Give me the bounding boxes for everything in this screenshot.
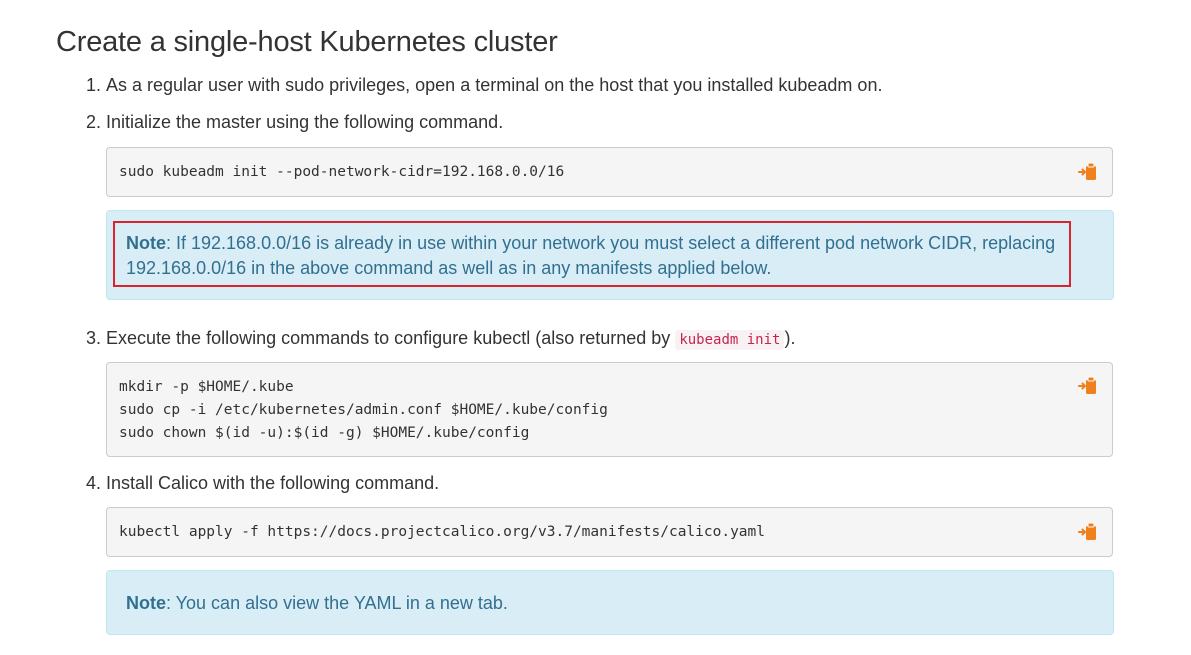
page-title: Create a single-host Kubernetes cluster bbox=[56, 26, 558, 58]
step-3: 3. Execute the following commands to conf… bbox=[86, 327, 795, 351]
step-number: 1. bbox=[86, 75, 102, 95]
step-4: 4. Install Calico with the following comm… bbox=[86, 472, 439, 494]
step-number: 2. bbox=[86, 112, 102, 132]
code-block-init: sudo kubeadm init --pod-network-cidr=192… bbox=[106, 147, 1113, 197]
code-line: kubectl apply -f https://docs.projectcal… bbox=[119, 524, 766, 540]
step-text: Execute the following commands to config… bbox=[106, 328, 676, 348]
step-text-end: ). bbox=[784, 328, 796, 348]
code-line: sudo chown $(id -u):$(id -g) $HOME/.kube… bbox=[119, 425, 530, 441]
copy-to-clipboard-icon[interactable] bbox=[1077, 160, 1099, 182]
view-yaml-link[interactable]: view the YAML in a new tab bbox=[283, 593, 503, 613]
inline-code: kubeadm init bbox=[675, 330, 785, 350]
copy-to-clipboard-icon[interactable] bbox=[1077, 520, 1099, 542]
note-line: : You can also bbox=[166, 593, 284, 613]
copy-to-clipboard-icon[interactable] bbox=[1077, 374, 1099, 396]
note-line: 192.168.0.0/16 in the above command as w… bbox=[126, 258, 772, 278]
step-text: Install Calico with the following comman… bbox=[106, 473, 440, 493]
code-line: sudo kubeadm init --pod-network-cidr=192… bbox=[119, 164, 565, 180]
code-block-kubectl-config: mkdir -p $HOME/.kube sudo cp -i /etc/kub… bbox=[106, 362, 1113, 457]
note-text: Note: If 192.168.0.0/16 is already in us… bbox=[126, 231, 1056, 281]
note-text: Note: You can also view the YAML in a ne… bbox=[126, 591, 1056, 616]
code-block-calico: kubectl apply -f https://docs.projectcal… bbox=[106, 507, 1113, 557]
step-number: 3. bbox=[86, 328, 102, 348]
note-line: : If 192.168.0.0/16 is already in use wi… bbox=[166, 233, 1056, 253]
step-text: Initialize the master using the followin… bbox=[106, 112, 504, 132]
step-2: 2. Initialize the master using the follow… bbox=[86, 111, 503, 133]
note-label: Note bbox=[126, 593, 166, 613]
note-yaml: Note: You can also view the YAML in a ne… bbox=[106, 570, 1114, 635]
step-1: 1. As a regular user with sudo privileges… bbox=[86, 74, 882, 96]
step-text: As a regular user with sudo privileges, … bbox=[106, 75, 883, 95]
code-line: mkdir -p $HOME/.kube bbox=[119, 379, 294, 395]
code-line: sudo cp -i /etc/kubernetes/admin.conf $H… bbox=[119, 402, 608, 418]
note-line-end: . bbox=[502, 593, 508, 613]
step-number: 4. bbox=[86, 473, 102, 493]
note-pod-cidr: Note: If 192.168.0.0/16 is already in us… bbox=[106, 210, 1114, 300]
note-label: Note bbox=[126, 233, 166, 253]
